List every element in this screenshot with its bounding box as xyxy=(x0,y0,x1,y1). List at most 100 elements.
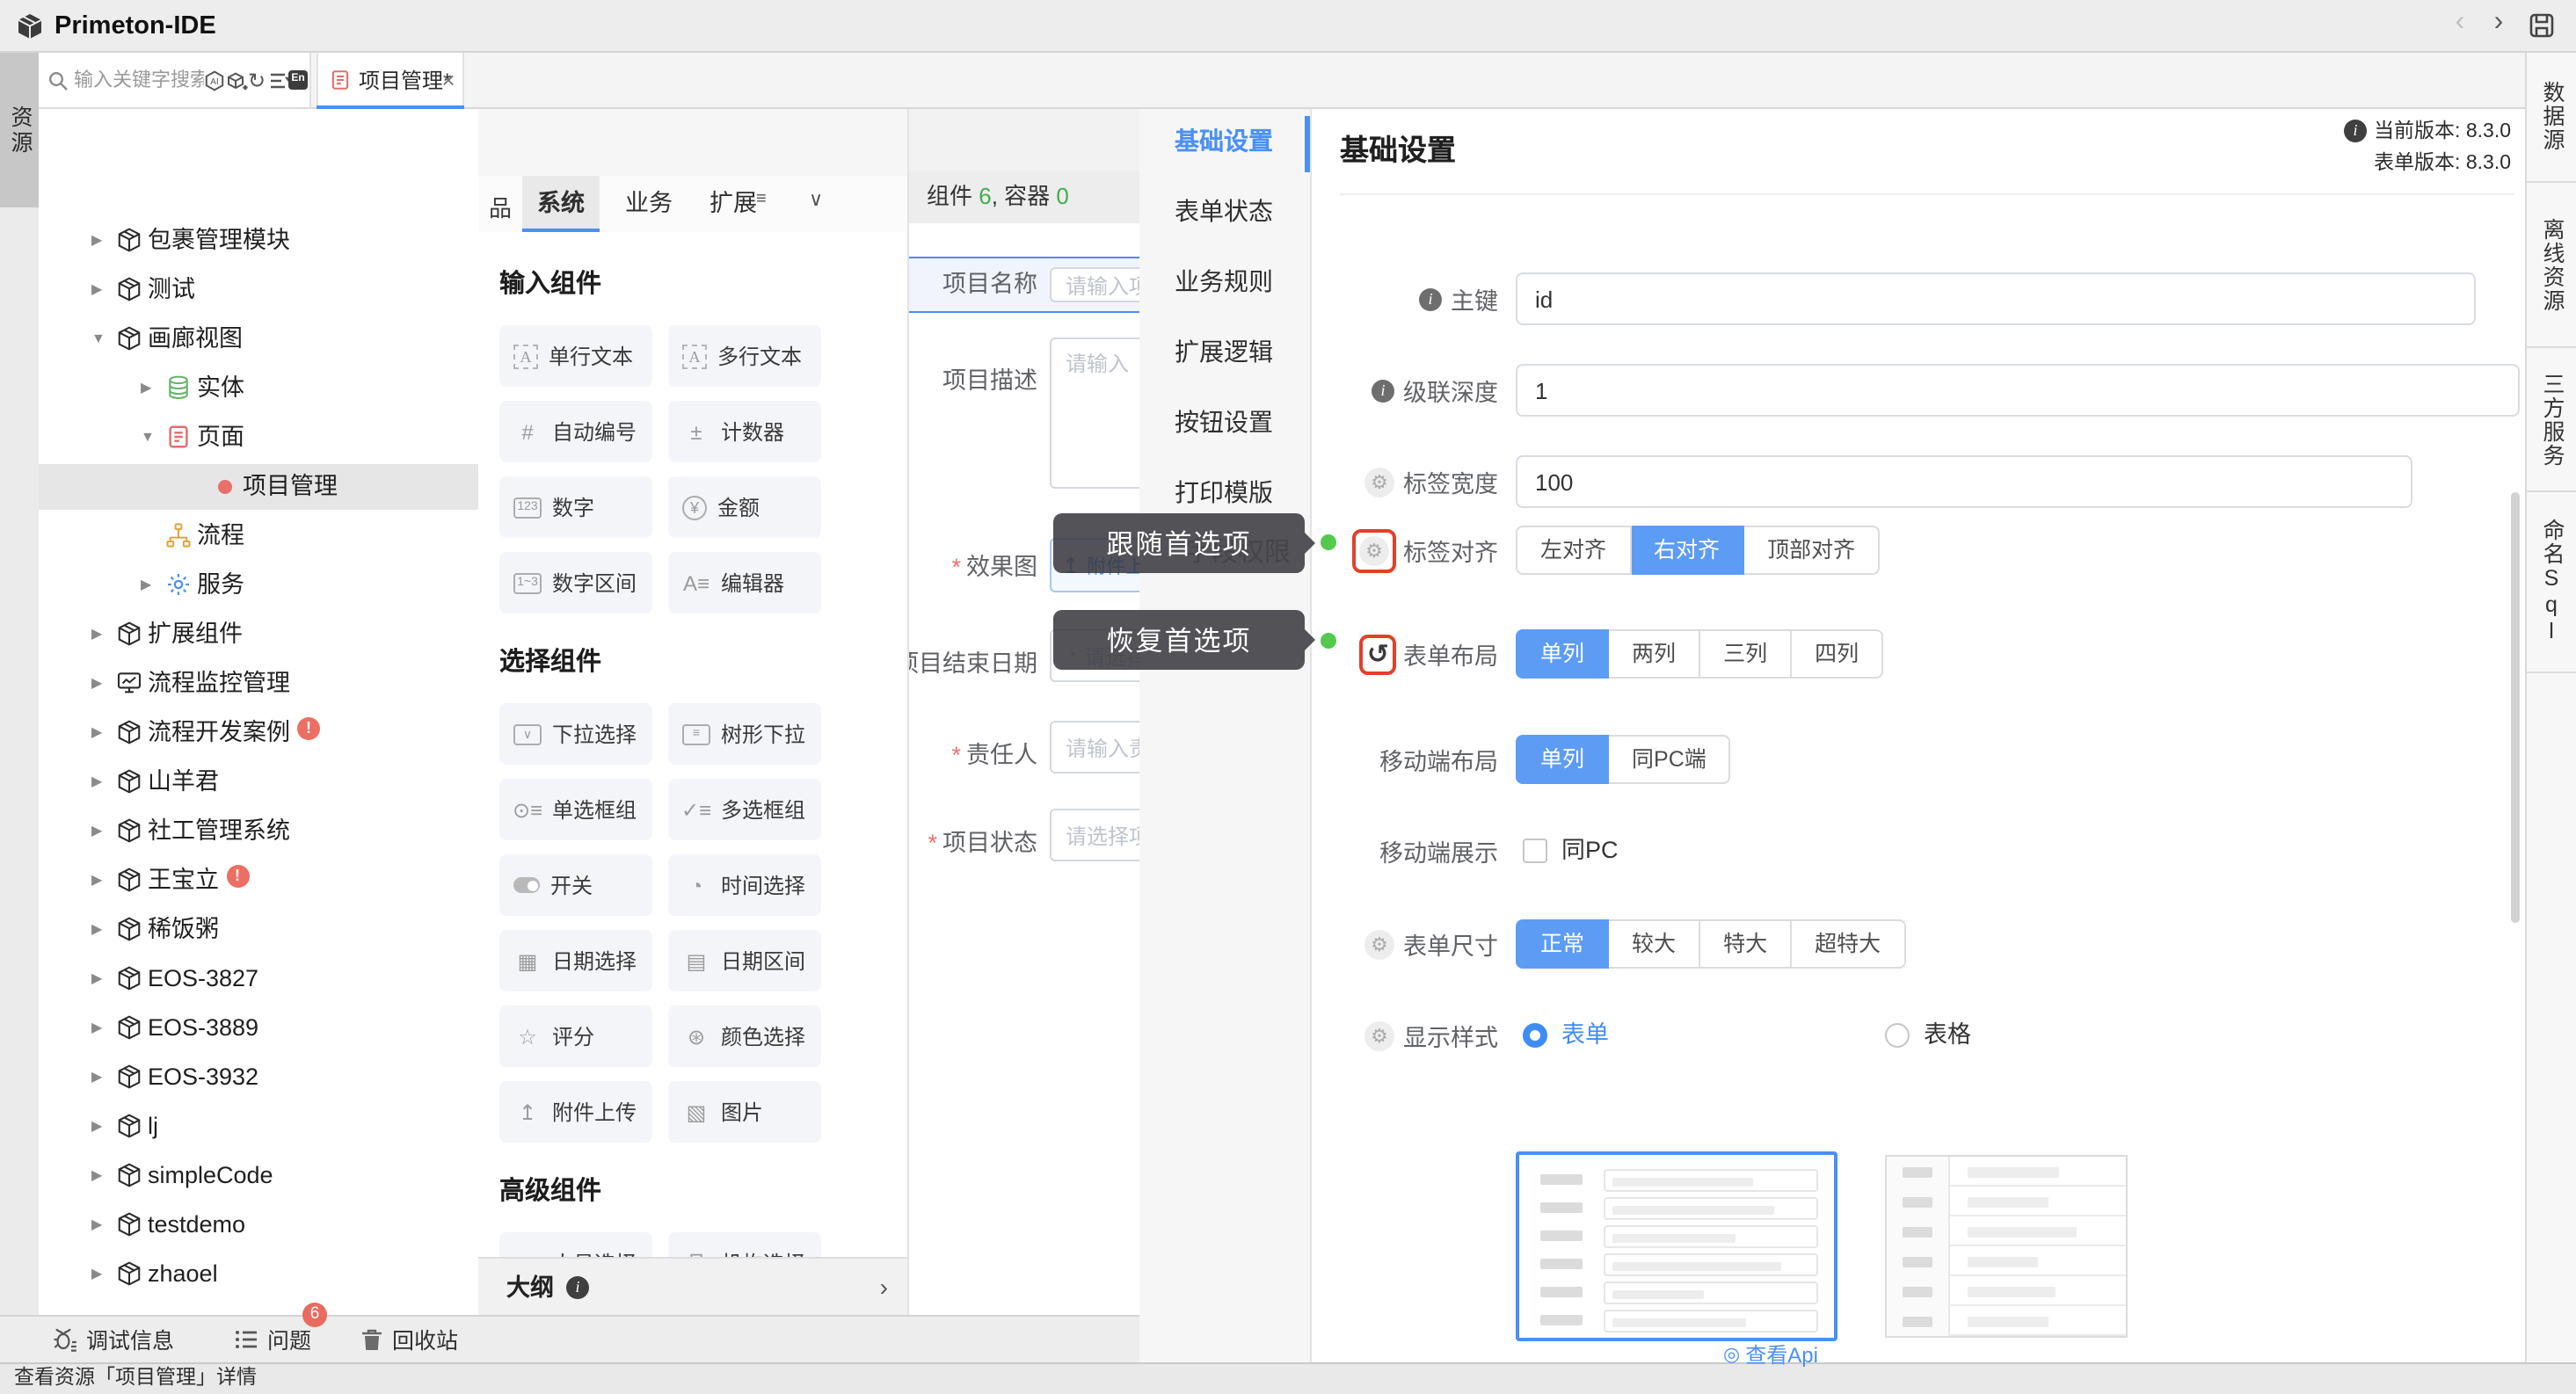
dock-tab-命名Sql[interactable]: 命名Sql xyxy=(2527,492,2576,673)
tree-item-画廊视图[interactable]: ▼画廊视图 xyxy=(39,316,510,362)
settings-menu-item-基础设置[interactable]: 基础设置 xyxy=(1175,123,1273,158)
palette-collapse-icon[interactable]: ∨ xyxy=(809,188,823,211)
segment-左对齐[interactable]: 左对齐 xyxy=(1516,526,1631,575)
collapse-arrow-icon[interactable]: ▼ xyxy=(91,330,106,346)
view-api-link[interactable]: ◎查看Api xyxy=(1723,1340,1818,1369)
dock-tab-数据源[interactable]: 数据源 xyxy=(2527,53,2576,183)
palette-item-多选框组[interactable]: ✓≡多选框组 xyxy=(668,779,821,840)
activity-tab-resources[interactable]: 资源 xyxy=(0,53,39,207)
palette-item-时间选择[interactable]: ◔时间选择 xyxy=(668,854,821,916)
expand-arrow-icon[interactable]: ▶ xyxy=(91,626,102,642)
tree-item-流程监控管理[interactable]: ▶流程监控管理 xyxy=(39,661,510,707)
palette-item-金额[interactable]: ¥金额 xyxy=(668,476,821,538)
checkbox-同PC[interactable] xyxy=(1523,839,1547,863)
tree-item-EOS-3827[interactable]: ▶EOS-3827 xyxy=(39,956,510,1002)
palette-list-icon[interactable]: ≡ xyxy=(756,190,767,209)
table-style-preview[interactable] xyxy=(1885,1155,2128,1338)
nav-back-icon[interactable]: ‹ xyxy=(2444,7,2476,39)
new-module-icon[interactable] xyxy=(227,70,248,91)
tree-item-扩展组件[interactable]: ▶扩展组件 xyxy=(39,612,510,657)
outline-expand-icon[interactable]: › xyxy=(880,1259,888,1315)
expand-arrow-icon[interactable]: ▶ xyxy=(91,823,102,839)
palette-item-编辑器[interactable]: A≡编辑器 xyxy=(668,552,821,614)
segment-正常[interactable]: 正常 xyxy=(1516,919,1609,969)
form-style-preview[interactable] xyxy=(1516,1151,1837,1341)
sort-icon[interactable] xyxy=(269,70,290,91)
problems-button[interactable]: 问题 xyxy=(234,1315,311,1362)
palette-tab-系统[interactable]: 系统 xyxy=(522,176,600,232)
ai-icon[interactable]: AI xyxy=(204,70,225,91)
palette-item-人员选择[interactable]: ○人员选择 xyxy=(499,1232,652,1257)
palette-item-日期选择[interactable]: ▦日期选择 xyxy=(499,930,652,991)
outline-footer[interactable]: 大纲 i › xyxy=(478,1257,909,1315)
tree-item-流程开发案例[interactable]: ▶流程开发案例! xyxy=(39,710,510,756)
palette-item-树形下拉[interactable]: ≡树形下拉 xyxy=(668,703,821,765)
tree-item-EOS-3932[interactable]: ▶EOS-3932 xyxy=(39,1055,510,1100)
collapse-arrow-icon[interactable]: ▼ xyxy=(141,429,155,445)
palette-item-下拉选择[interactable]: ∨下拉选择 xyxy=(499,703,652,765)
expand-arrow-icon[interactable]: ▶ xyxy=(91,872,102,888)
search-icon[interactable] xyxy=(47,70,69,91)
panel-scrollbar[interactable] xyxy=(2511,492,2520,923)
segment-单列[interactable]: 单列 xyxy=(1516,735,1609,784)
segment-顶部对齐[interactable]: 顶部对齐 xyxy=(1744,526,1880,575)
nav-forward-icon[interactable]: › xyxy=(2483,7,2514,39)
palette-item-自动编号[interactable]: #自动编号 xyxy=(499,401,652,462)
translate-icon[interactable]: En xyxy=(288,70,308,90)
expand-arrow-icon[interactable]: ▶ xyxy=(91,724,102,740)
settings-menu-item-按钮设置[interactable]: 按钮设置 xyxy=(1175,404,1273,439)
palette-item-评分[interactable]: ☆评分 xyxy=(499,1006,652,1067)
recycle-bin-button[interactable]: 回收站 xyxy=(360,1315,458,1362)
tree-item-lj[interactable]: ▶lj xyxy=(39,1104,510,1150)
expand-arrow-icon[interactable]: ▶ xyxy=(91,1266,102,1281)
tree-item-页面[interactable]: ▼页面 xyxy=(39,415,510,461)
palette-item-日期区间[interactable]: ▤日期区间 xyxy=(668,930,821,991)
expand-arrow-icon[interactable]: ▶ xyxy=(91,1216,102,1232)
settings-menu-item-表单状态[interactable]: 表单状态 xyxy=(1175,193,1273,229)
segment-右对齐[interactable]: 右对齐 xyxy=(1631,526,1744,575)
tree-item-服务[interactable]: ▶服务 xyxy=(39,563,510,608)
radio-表格[interactable] xyxy=(1885,1023,1910,1048)
tree-item-流程[interactable]: 流程 xyxy=(39,513,510,559)
palette-item-单选框组[interactable]: ⊙≡单选框组 xyxy=(499,779,652,840)
segment-较大[interactable]: 较大 xyxy=(1609,919,1700,969)
tree-item-zhaoel[interactable]: ▶zhaoel xyxy=(39,1252,510,1297)
settings-menu-item-扩展逻辑[interactable]: 扩展逻辑 xyxy=(1175,334,1273,369)
expand-arrow-icon[interactable]: ▶ xyxy=(91,1118,102,1134)
expand-arrow-icon[interactable]: ▶ xyxy=(91,675,102,691)
palette-item-附件上传[interactable]: ↥附件上传 xyxy=(499,1081,652,1143)
panel-input-级联深度[interactable]: 1 xyxy=(1516,364,2520,417)
segment-四列[interactable]: 四列 xyxy=(1792,629,1883,679)
dock-tab-三方服务[interactable]: 三方服务 xyxy=(2527,348,2576,492)
settings-menu-item-业务规则[interactable]: 业务规则 xyxy=(1175,264,1273,299)
radio-表单[interactable] xyxy=(1523,1023,1547,1048)
expand-arrow-icon[interactable]: ▶ xyxy=(91,1069,102,1085)
palette-grid-icon[interactable]: 品 xyxy=(489,190,512,223)
tree-item-testdemo[interactable]: ▶testdemo xyxy=(39,1202,510,1248)
debug-info-button[interactable]: 调试信息 xyxy=(53,1315,174,1362)
expand-arrow-icon[interactable]: ▶ xyxy=(91,232,102,248)
tree-item-稀饭粥[interactable]: ▶稀饭粥 xyxy=(39,907,510,953)
expand-arrow-icon[interactable]: ▶ xyxy=(91,773,102,789)
tree-item-山羊君[interactable]: ▶山羊君 xyxy=(39,759,510,805)
segment-两列[interactable]: 两列 xyxy=(1609,629,1700,679)
palette-item-开关[interactable]: 开关 xyxy=(499,854,652,916)
segment-同PC端[interactable]: 同PC端 xyxy=(1609,735,1731,784)
expand-arrow-icon[interactable]: ▶ xyxy=(91,1167,102,1183)
tree-item-王宝立[interactable]: ▶王宝立! xyxy=(39,858,510,904)
palette-item-图片[interactable]: ▧图片 xyxy=(668,1081,821,1143)
tree-item-社工管理系统[interactable]: ▶社工管理系统 xyxy=(39,809,510,854)
refresh-icon[interactable]: ↻ xyxy=(248,69,269,90)
tree-item-EOS-3889[interactable]: ▶EOS-3889 xyxy=(39,1006,510,1051)
dock-tab-离线资源[interactable]: 离线资源 xyxy=(2527,183,2576,348)
panel-input-标签宽度[interactable]: 100 xyxy=(1516,455,2412,508)
palette-item-颜色选择[interactable]: ⊛颜色选择 xyxy=(668,1006,821,1067)
segment-三列[interactable]: 三列 xyxy=(1700,629,1792,679)
expand-arrow-icon[interactable]: ▶ xyxy=(141,577,151,592)
tree-item-项目管理[interactable]: 项目管理 xyxy=(39,464,510,510)
save-icon[interactable] xyxy=(2529,12,2555,39)
palette-item-多行文本[interactable]: A多行文本 xyxy=(668,325,821,387)
palette-item-数字区间[interactable]: 1~3数字区间 xyxy=(499,552,652,614)
expand-arrow-icon[interactable]: ▶ xyxy=(91,281,102,297)
expand-arrow-icon[interactable]: ▶ xyxy=(141,380,151,396)
